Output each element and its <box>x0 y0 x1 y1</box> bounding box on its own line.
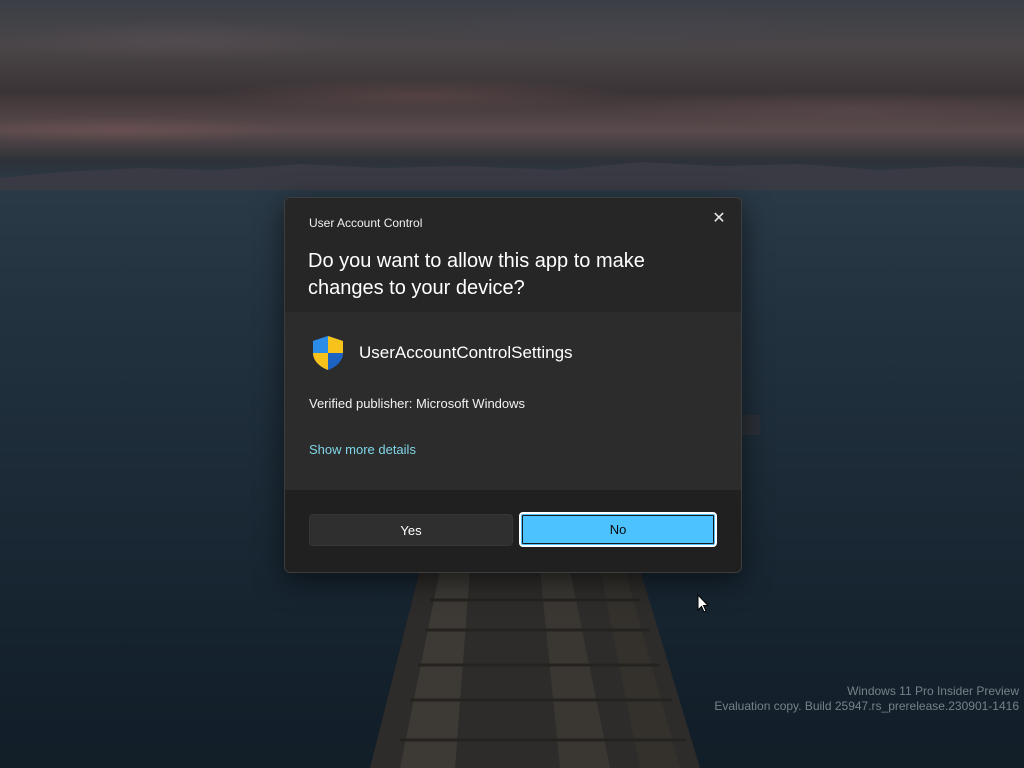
show-more-details-link[interactable]: Show more details <box>309 442 416 457</box>
dialog-header: User Account Control ✕ Do you want to al… <box>285 198 741 312</box>
dialog-title: User Account Control <box>309 216 423 230</box>
dialog-body: UserAccountControlSettings Verified publ… <box>285 312 741 490</box>
uac-shield-icon <box>313 336 343 370</box>
watermark-line-1: Windows 11 Pro Insider Preview <box>847 684 1019 698</box>
no-button[interactable]: No <box>519 512 717 547</box>
watermark-line-2: Evaluation copy. Build 25947.rs_prerelea… <box>714 699 1019 713</box>
dialog-footer: Yes No <box>285 490 741 572</box>
mouse-cursor-icon <box>697 594 709 613</box>
desktop-background: Windows 11 Pro Insider Preview Evaluatio… <box>0 0 1024 768</box>
dialog-question: Do you want to allow this app to make ch… <box>308 250 645 299</box>
app-row: UserAccountControlSettings <box>309 334 573 372</box>
close-button[interactable]: ✕ <box>705 204 733 232</box>
uac-dialog: User Account Control ✕ Do you want to al… <box>284 197 742 573</box>
close-icon: ✕ <box>712 210 726 227</box>
app-name: UserAccountControlSettings <box>359 343 573 362</box>
yes-button[interactable]: Yes <box>309 514 513 546</box>
publisher-label: Verified publisher: Microsoft Windows <box>309 396 526 411</box>
evaluation-watermark: Windows 11 Pro Insider Preview Evaluatio… <box>714 684 1019 714</box>
